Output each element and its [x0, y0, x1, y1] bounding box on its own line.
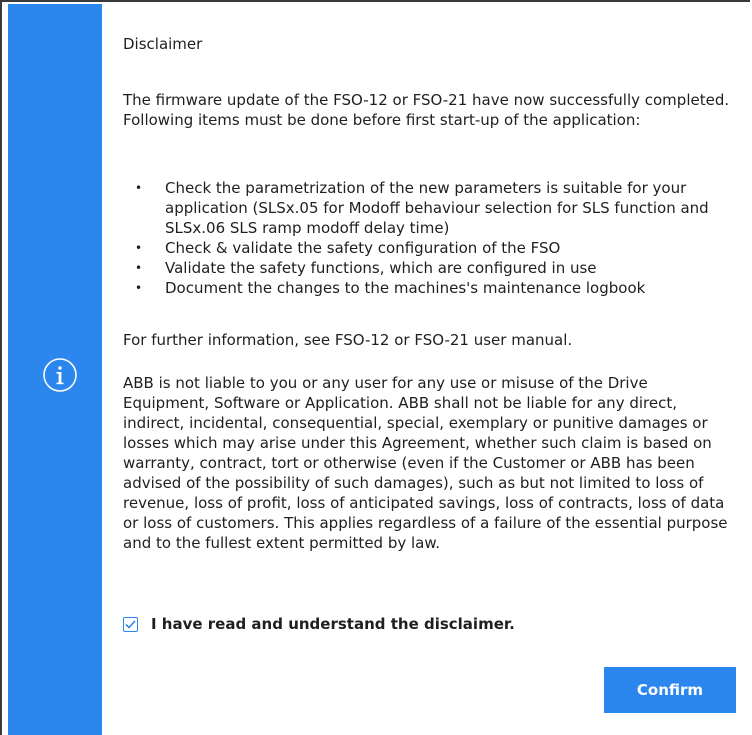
bullet-icon: • [135, 241, 143, 255]
required-items-list: • Check the parametrization of the new pa… [123, 178, 738, 298]
disclaimer-checkbox-row[interactable]: I have read and understand the disclaime… [123, 614, 515, 634]
list-item: • Check & validate the safety configurati… [135, 239, 561, 257]
list-item: • Validate the safety functions, which ar… [135, 259, 597, 277]
checkbox-label[interactable]: I have read and understand the disclaime… [151, 615, 515, 633]
bullet-icon: • [135, 261, 143, 275]
intro-text: The firmware update of the FSO-12 or FSO… [123, 91, 730, 129]
info-icon [43, 358, 77, 392]
further-info-text: For further information, see FSO-12 or F… [123, 331, 573, 349]
side-accent-strip [8, 4, 102, 735]
dialog-title: Disclaimer [123, 35, 203, 53]
confirm-button[interactable]: Confirm [604, 667, 736, 713]
liability-text: ABB is not liable to you or any user for… [123, 374, 728, 552]
checkmark-icon [125, 619, 136, 629]
disclaimer-dialog: Disclaimer The firmware update of the FS… [0, 0, 750, 735]
bullet-icon: • [135, 281, 143, 295]
list-item: • Document the changes to the machines's … [135, 279, 646, 297]
list-item: • Check the parametrization of the new pa… [135, 179, 709, 237]
disclaimer-checkbox[interactable] [123, 616, 138, 632]
bullet-icon: • [135, 181, 143, 195]
